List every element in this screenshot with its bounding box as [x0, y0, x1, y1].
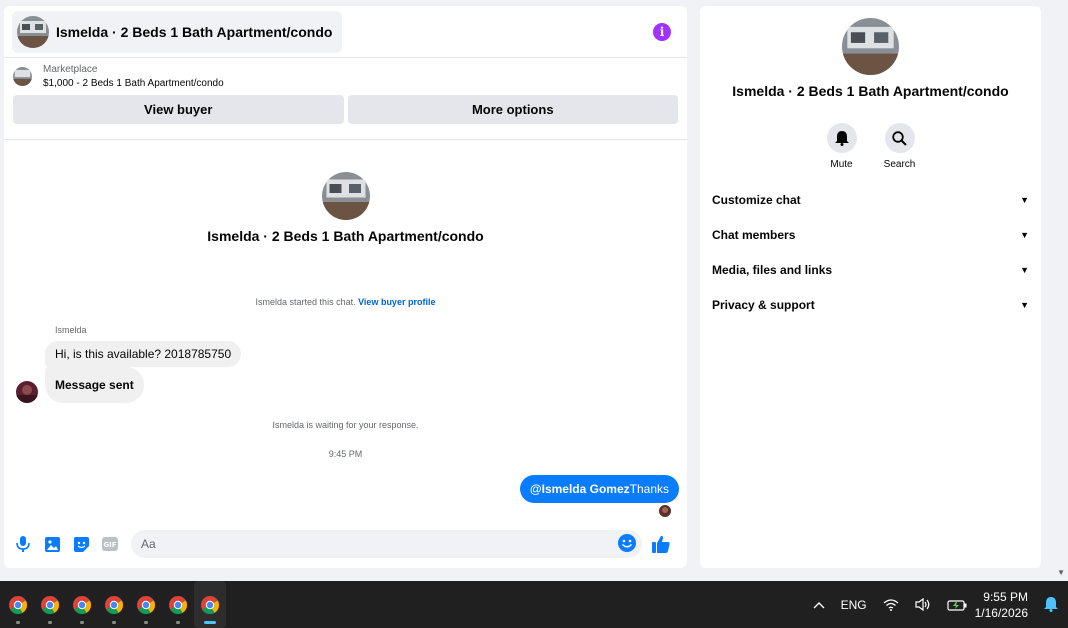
- chat-intro: Ismelda · 2 Beds 1 Bath Apartment/condo: [4, 172, 687, 244]
- marketplace-listing: Marketplace $1,000 - 2 Beds 1 Bath Apart…: [4, 58, 687, 140]
- chevron-down-icon: ▼: [1020, 194, 1029, 205]
- volume-icon[interactable]: [915, 598, 931, 611]
- section-media-files-links[interactable]: Media, files and links ▼: [712, 252, 1029, 287]
- chrome-taskbar-icon[interactable]: [34, 581, 66, 628]
- svg-text:GIF: GIF: [103, 541, 116, 549]
- listing-source: Marketplace: [43, 64, 98, 75]
- chat-title: Ismelda · 2 Beds 1 Bath Apartment/condo: [56, 23, 333, 40]
- message-input[interactable]: [131, 530, 642, 558]
- chat-started-notice: Ismelda started this chat. View buyer pr…: [4, 297, 687, 307]
- read-receipt-avatar: [659, 505, 671, 517]
- emoji-icon[interactable]: [618, 534, 636, 557]
- chevron-up-icon[interactable]: [813, 601, 825, 609]
- sender-name: Ismelda: [55, 325, 87, 335]
- view-buyer-button[interactable]: View buyer: [13, 95, 344, 124]
- info-sections: Customize chat ▼ Chat members ▼ Media, f…: [700, 182, 1041, 322]
- chrome-taskbar-icon[interactable]: [98, 581, 130, 628]
- scroll-down-arrow[interactable]: ▼: [1057, 568, 1065, 577]
- listing-avatar: [17, 15, 49, 48]
- chrome-taskbar-icon[interactable]: [66, 581, 98, 628]
- taskbar: ENG 9:55 PM 1/16/2026: [0, 581, 1068, 628]
- chat-header: Ismelda · 2 Beds 1 Bath Apartment/condo …: [4, 6, 687, 58]
- view-buyer-profile-link[interactable]: View buyer profile: [358, 297, 435, 307]
- chevron-down-icon: ▼: [1020, 229, 1029, 240]
- section-customize-chat[interactable]: Customize chat ▼: [712, 182, 1029, 217]
- waiting-notice: Ismelda is waiting for your response.: [272, 420, 419, 430]
- battery-icon[interactable]: [947, 599, 967, 611]
- gif-icon[interactable]: GIF: [99, 533, 121, 555]
- clock-time: 9:55 PM: [983, 589, 1028, 604]
- microphone-icon[interactable]: [12, 533, 34, 555]
- notification-bell-icon[interactable]: [1044, 597, 1058, 612]
- message-composer: GIF: [4, 528, 687, 560]
- chrome-taskbar-icon[interactable]: [2, 581, 34, 628]
- chrome-taskbar-icon[interactable]: [194, 581, 226, 628]
- search-button[interactable]: Search: [882, 123, 918, 170]
- running-indicator: [176, 621, 180, 624]
- sticker-icon[interactable]: [70, 533, 92, 555]
- incoming-message[interactable]: Hi, is this available? 2018785750: [45, 341, 242, 367]
- image-icon[interactable]: [41, 533, 63, 555]
- outgoing-message-text: Thanks: [629, 482, 669, 496]
- clock[interactable]: 9:55 PM 1/16/2026: [975, 589, 1028, 621]
- language-indicator[interactable]: ENG: [841, 598, 867, 612]
- info-icon[interactable]: i: [653, 22, 671, 41]
- more-options-button[interactable]: More options: [347, 95, 678, 124]
- running-indicator: [144, 621, 148, 624]
- thumbs-up-icon[interactable]: [650, 533, 672, 555]
- outgoing-message[interactable]: @Ismelda Gomez Thanks: [519, 475, 679, 503]
- running-indicator: [112, 621, 116, 624]
- running-indicator: [16, 621, 20, 624]
- mute-button[interactable]: Mute: [824, 123, 860, 170]
- listing-summary[interactable]: $1,000 - 2 Beds 1 Bath Apartment/condo: [43, 78, 224, 89]
- mention-tag[interactable]: @Ismelda Gomez: [530, 482, 630, 496]
- search-icon: [884, 123, 915, 153]
- chevron-down-icon: ▼: [1020, 264, 1029, 275]
- chevron-down-icon: ▼: [1020, 299, 1029, 310]
- info-name: Ismelda · 2 Beds 1 Bath Apartment/condo: [732, 83, 1009, 99]
- section-privacy-support[interactable]: Privacy & support ▼: [712, 287, 1029, 322]
- running-indicator: [48, 621, 52, 624]
- intro-avatar: [321, 172, 370, 220]
- running-indicator: [80, 621, 84, 624]
- chat-info-panel: Ismelda · 2 Beds 1 Bath Apartment/condo …: [700, 6, 1041, 568]
- bell-icon: [826, 123, 857, 153]
- section-chat-members[interactable]: Chat members ▼: [712, 217, 1029, 252]
- intro-name: Ismelda · 2 Beds 1 Bath Apartment/condo: [207, 228, 484, 244]
- clock-date: 1/16/2026: [974, 605, 1028, 620]
- chrome-taskbar-icon[interactable]: [162, 581, 194, 628]
- mute-label: Mute: [830, 159, 853, 170]
- running-indicator: [204, 621, 216, 624]
- info-avatar: [842, 18, 899, 75]
- wifi-icon[interactable]: [883, 598, 899, 611]
- chrome-taskbar-icon[interactable]: [130, 581, 162, 628]
- chat-title-button[interactable]: Ismelda · 2 Beds 1 Bath Apartment/condo: [12, 10, 343, 53]
- message-timestamp: 9:45 PM: [328, 449, 363, 459]
- search-label: Search: [883, 159, 916, 170]
- sender-avatar[interactable]: [16, 381, 38, 403]
- system-tray: ENG 9:55 PM 1/16/2026: [805, 581, 1068, 628]
- started-text: Ismelda started this chat.: [255, 297, 356, 307]
- incoming-message[interactable]: Message sent: [45, 367, 144, 403]
- chat-panel: Ismelda · 2 Beds 1 Bath Apartment/condo …: [4, 6, 687, 568]
- listing-thumb[interactable]: [13, 67, 32, 86]
